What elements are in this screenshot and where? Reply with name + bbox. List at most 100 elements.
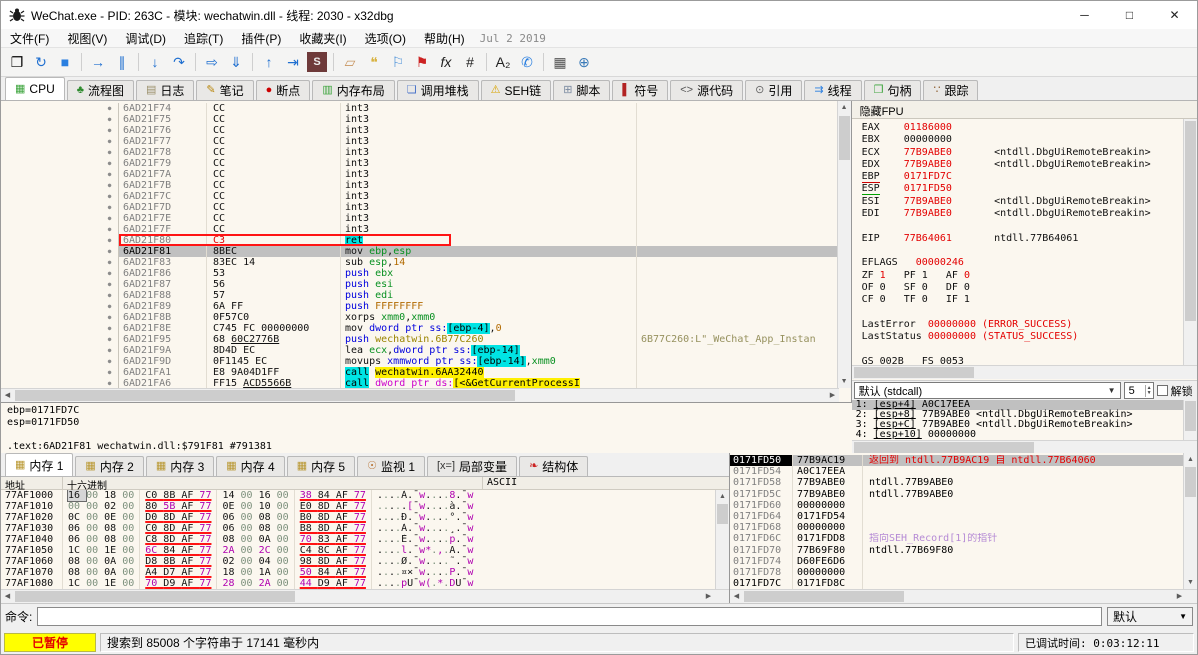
disasm-row-body[interactable]: 6AD21F7ECCint3 <box>119 213 839 224</box>
dump-row[interactable]: 77AF104006 00 08 00C8 8D AF 7708 00 0A 0… <box>1 534 715 545</box>
tab-references[interactable]: ⊙引用 <box>745 80 802 100</box>
register-row[interactable]: EAX 01186000 <box>862 122 1184 134</box>
dump-hscrollbar[interactable]: ◀▶ <box>1 589 729 603</box>
register-row[interactable]: GS 002B FS 0053 <box>862 356 1184 365</box>
disasm-row[interactable]: ●6AD21F818BECmov ebp,esp <box>1 246 839 257</box>
menu-item-h[interactable]: 帮助(H) <box>415 29 474 48</box>
registers-hscrollbar[interactable] <box>852 365 1198 379</box>
register-row[interactable]: ESP 0171FD50 <box>862 183 1184 195</box>
arguments-hscrollbar[interactable] <box>852 440 1198 454</box>
step-over-button[interactable]: ↷ <box>167 50 191 74</box>
register-row[interactable]: ESI 77B9ABE0 <ntdll.DbgUiRemoteBreakin> <box>862 196 1184 208</box>
breakpoint-dot-icon[interactable]: ● <box>101 224 119 235</box>
register-row[interactable]: ZF 1 PF 1 AF 0 <box>862 270 1184 282</box>
dump-row[interactable]: 77AF103006 00 08 00C0 8D AF 7706 00 08 0… <box>1 523 715 534</box>
execute-till-return-button[interactable]: ⇓ <box>224 50 248 74</box>
title-bar[interactable]: WeChat.exe - PID: 263C - 模块: wechatwin.d… <box>1 1 1197 29</box>
disasm-row-body[interactable]: 6AD21F818BECmov ebp,esp <box>119 246 839 257</box>
breakpoint-dot-icon[interactable]: ● <box>101 301 119 312</box>
disasm-hscrollbar[interactable]: ◀▶ <box>1 388 839 402</box>
stack-row[interactable]: 0171FD6000000000 <box>730 500 1186 511</box>
command-profile-select[interactable]: 默认▼ <box>1107 607 1193 626</box>
tab-memory-map[interactable]: ▥内存布局 <box>312 80 394 100</box>
stack-hscrollbar[interactable]: ◀▶ <box>730 589 1198 603</box>
back-to-user-button[interactable]: ⇥ <box>281 50 305 74</box>
stack-row[interactable]: 0171FD5077B9AC19返回到 ntdll.77B9AC19 自 ntd… <box>730 455 1186 466</box>
dump-row[interactable]: 77AF10200C 00 0E 00D0 8D AF 7706 00 08 0… <box>1 512 715 523</box>
menu-item-f[interactable]: 文件(F) <box>1 29 58 48</box>
arguments-vscrollbar[interactable] <box>1183 400 1197 440</box>
breakpoint-dot-icon[interactable]: ● <box>101 235 119 246</box>
disasm-row-body[interactable]: 6AD21F78CCint3 <box>119 147 839 158</box>
stop-button[interactable]: ■ <box>53 50 77 74</box>
register-list[interactable]: EAX 01186000EBX 00000000ECX 77B9ABE0 <nt… <box>852 119 1184 365</box>
stack-row[interactable]: 0171FD5877B9ABE0ntdll.77B9ABE0 <box>730 477 1186 488</box>
tab-breakpoints[interactable]: ●断点 <box>256 80 311 100</box>
disasm-row[interactable]: ●6AD21F8383EC 14sub esp,14 <box>1 257 839 268</box>
disasm-row-body[interactable]: 6AD21F896A FFpush FFFFFFFF <box>119 301 839 312</box>
stack-row[interactable]: 0171FD54A0C17EEA <box>730 466 1186 477</box>
dump-rows[interactable]: 77AF100016 00 18 00C0 8B AF 7714 00 16 0… <box>1 490 715 589</box>
dump-row[interactable]: 77AF10801C 00 1E 0070 D9 AF 7728 00 2A 0… <box>1 578 715 589</box>
tab-locals[interactable]: [x=]局部变量 <box>427 456 517 476</box>
checkbox-icon[interactable] <box>1157 385 1168 396</box>
disasm-row-body[interactable]: 6AD21F80C3ret <box>119 235 839 246</box>
stack-row[interactable]: 0171FD74D60FE6D6 <box>730 556 1186 567</box>
disasm-row-body[interactable]: 6AD21F7FCCint3 <box>119 224 839 235</box>
breakpoint-dot-icon[interactable]: ● <box>101 180 119 191</box>
menu-item-p[interactable]: 插件(P) <box>232 29 290 48</box>
disasm-row-body[interactable]: 6AD21F8756push esi <box>119 279 839 290</box>
tab-dump-2[interactable]: ▦内存 2 <box>75 456 143 476</box>
disasm-row-body[interactable]: 6AD21F77CCint3 <box>119 136 839 147</box>
snowman-button[interactable]: # <box>458 50 482 74</box>
disasm-vscrollbar[interactable]: ▲▼ <box>837 101 851 388</box>
arguments-list[interactable]: 1: [esp+4] A0C17EEA2: [esp+8] 77B9ABE0 <… <box>852 400 1184 440</box>
attach-button[interactable]: ✆ <box>515 50 539 74</box>
run-up-button[interactable]: ↑ <box>257 50 281 74</box>
tab-script[interactable]: ⊞脚本 <box>553 80 610 100</box>
tab-dump-5[interactable]: ▦内存 5 <box>287 456 355 476</box>
stack-row[interactable]: 0171FD7800000000 <box>730 567 1186 578</box>
label-button[interactable]: ⚐ <box>386 50 410 74</box>
disasm-row[interactable]: ●6AD21F8653push ebx <box>1 268 839 279</box>
breakpoint-dot-icon[interactable]: ● <box>101 213 119 224</box>
register-row[interactable]: EFLAGS 00000246 <box>862 257 1184 269</box>
disasm-row-body[interactable]: 6AD21F8857push edi <box>119 290 839 301</box>
register-row[interactable] <box>862 220 1184 232</box>
disasm-row-body[interactable]: 6AD21F9568 60C2776Bpush wechatwin.6B77C2… <box>119 334 839 345</box>
dump-row[interactable]: 77AF10501C 00 1E 006C 84 AF 772A 00 2C 0… <box>1 545 715 556</box>
register-row[interactable]: LastError 00000000 (ERROR_SUCCESS) <box>862 319 1184 331</box>
disasm-row[interactable]: ●6AD21F80C3ret <box>1 235 839 246</box>
disasm-row[interactable]: ●6AD21F76CCint3 <box>1 125 839 136</box>
disasm-row[interactable]: ●6AD21FA1E8 9A04D1FFcall wechatwin.6AA32… <box>1 367 839 378</box>
tab-seh[interactable]: ⚠SEH链 <box>481 80 552 100</box>
register-row[interactable]: EIP 77B64061 ntdll.77B64061 <box>862 233 1184 245</box>
calculator-button[interactable]: ▦ <box>548 50 572 74</box>
bookmark-button[interactable]: ⚑ <box>410 50 434 74</box>
run-button[interactable]: → <box>86 50 110 74</box>
minimize-button[interactable]: ─ <box>1062 1 1107 29</box>
register-row[interactable]: OF 0 SF 0 DF 0 <box>862 282 1184 294</box>
memory-dump-pane[interactable]: 地址 十六进制 ASCII 77AF100016 00 18 00C0 8B A… <box>1 477 729 603</box>
disasm-row[interactable]: ●6AD21F79CCint3 <box>1 158 839 169</box>
tab-dump-4[interactable]: ▦内存 4 <box>216 456 284 476</box>
stepper-arrows-icon[interactable]: ▲▼ <box>1145 385 1153 397</box>
restart-button[interactable]: ↻ <box>29 50 53 74</box>
disasm-row[interactable]: ●6AD21F8B0F57C0xorps xmm0,xmm0 <box>1 312 839 323</box>
stack-row[interactable]: 0171FD5C77B9ABE0ntdll.77B9ABE0 <box>730 489 1186 500</box>
disasm-row-body[interactable]: 6AD21F75CCint3 <box>119 114 839 125</box>
tab-handles[interactable]: ❒句柄 <box>864 80 922 100</box>
website-button[interactable]: ⊕ <box>572 50 596 74</box>
breakpoint-dot-icon[interactable]: ● <box>101 147 119 158</box>
breakpoint-dot-icon[interactable]: ● <box>101 279 119 290</box>
tab-watch-1[interactable]: ☉监视 1 <box>357 456 425 476</box>
command-input[interactable] <box>37 607 1102 626</box>
disasm-row-body[interactable]: 6AD21F8383EC 14sub esp,14 <box>119 257 839 268</box>
breakpoint-dot-icon[interactable]: ● <box>101 312 119 323</box>
register-row[interactable]: CF 0 TF 0 IF 1 <box>862 294 1184 306</box>
breakpoint-dot-icon[interactable]: ● <box>101 114 119 125</box>
disasm-row-body[interactable]: 6AD21F9D0F1145 ECmovups xmmword ptr ss:[… <box>119 356 839 367</box>
dump-row[interactable]: 77AF107008 00 0A 00A4 D7 AF 7718 00 1A 0… <box>1 567 715 578</box>
registers-vscrollbar[interactable] <box>1183 119 1197 365</box>
dump-row[interactable]: 77AF100016 00 18 00C0 8B AF 7714 00 16 0… <box>1 490 715 501</box>
